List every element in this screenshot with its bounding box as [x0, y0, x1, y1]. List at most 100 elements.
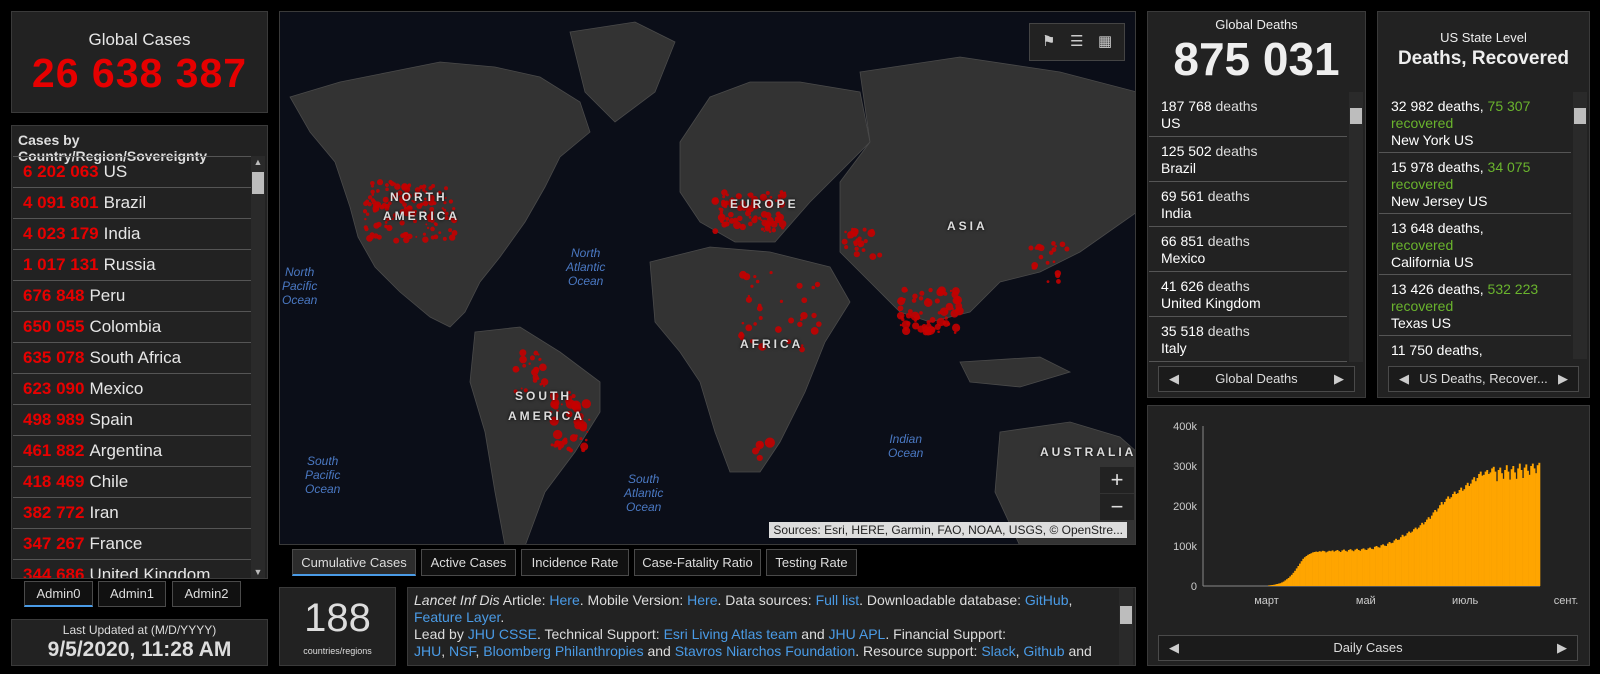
map-attribution[interactable]: Sources: Esri, HERE, Garmin, FAO, NOAA, … [769, 522, 1127, 538]
case-marker[interactable] [431, 184, 436, 189]
link-mobile[interactable]: Here [687, 592, 717, 608]
case-marker[interactable] [513, 366, 517, 371]
case-marker[interactable] [765, 190, 770, 195]
case-marker[interactable] [757, 303, 762, 308]
case-marker[interactable] [538, 357, 542, 361]
case-marker[interactable] [1051, 247, 1057, 253]
case-marker[interactable] [950, 309, 959, 318]
deaths-row[interactable]: 35 518 deaths Italy [1149, 317, 1347, 362]
case-marker[interactable] [763, 230, 766, 233]
case-marker[interactable] [859, 243, 863, 246]
qr-code-icon[interactable]: ▦ [1098, 32, 1112, 50]
world-map[interactable]: NORTH AMERICA EUROPE ASIA AFRICA SOUTH A… [279, 11, 1136, 545]
case-marker[interactable] [853, 232, 858, 237]
link-slack[interactable]: Slack [981, 643, 1015, 659]
case-marker[interactable] [425, 223, 428, 226]
case-marker[interactable] [919, 311, 923, 315]
prev-icon[interactable]: ◀ [1169, 367, 1179, 391]
case-marker[interactable] [725, 217, 730, 221]
case-marker[interactable] [1028, 245, 1034, 251]
case-marker[interactable] [400, 233, 405, 239]
case-marker[interactable] [929, 317, 936, 323]
case-marker[interactable] [952, 297, 960, 305]
case-marker[interactable] [711, 197, 720, 205]
case-marker[interactable] [748, 215, 752, 219]
case-marker[interactable] [385, 183, 389, 187]
country-row[interactable]: 461 882 Argentina [13, 435, 251, 466]
case-marker[interactable] [364, 227, 369, 232]
case-marker[interactable] [918, 296, 924, 301]
scrollbar-thumb[interactable] [1120, 606, 1132, 624]
case-marker[interactable] [844, 244, 849, 250]
case-marker[interactable] [781, 226, 785, 230]
case-marker[interactable] [758, 316, 763, 321]
country-row[interactable]: 1 017 131 Russia [13, 249, 251, 280]
case-marker[interactable] [934, 323, 941, 330]
case-marker[interactable] [847, 235, 851, 239]
case-marker[interactable] [747, 193, 751, 197]
country-row[interactable]: 623 090 Mexico [13, 373, 251, 404]
country-row[interactable]: 347 267 France [13, 528, 251, 559]
case-marker[interactable] [370, 189, 375, 194]
case-marker[interactable] [861, 248, 866, 253]
case-marker[interactable] [1051, 241, 1056, 246]
case-marker[interactable] [902, 297, 906, 301]
case-marker[interactable] [877, 252, 883, 258]
case-marker[interactable] [757, 216, 762, 220]
case-marker[interactable] [732, 217, 739, 223]
tab-incidence-rate[interactable]: Incidence Rate [521, 549, 629, 576]
case-marker[interactable] [388, 179, 393, 185]
case-marker[interactable] [930, 326, 936, 333]
legend-list-icon[interactable]: ☰ [1070, 32, 1083, 50]
case-marker[interactable] [365, 212, 370, 216]
case-marker[interactable] [774, 326, 782, 333]
case-marker[interactable] [776, 213, 785, 222]
case-marker[interactable] [720, 219, 724, 224]
case-marker[interactable] [385, 187, 389, 192]
case-marker[interactable] [814, 281, 821, 288]
us-state-scrollbar[interactable] [1573, 92, 1587, 359]
link-jhu-apl[interactable]: JHU APL [829, 626, 886, 642]
case-marker[interactable] [371, 193, 375, 196]
case-marker[interactable] [925, 298, 930, 302]
country-row[interactable]: 4 023 179 India [13, 218, 251, 249]
zoom-in-button[interactable]: + [1100, 467, 1134, 493]
case-marker[interactable] [906, 321, 911, 326]
case-marker[interactable] [897, 305, 904, 312]
case-marker[interactable] [363, 201, 369, 207]
case-marker[interactable] [531, 368, 539, 376]
case-marker[interactable] [899, 324, 903, 327]
case-marker[interactable] [739, 223, 746, 231]
case-marker[interactable] [750, 284, 754, 288]
case-marker[interactable] [430, 226, 435, 232]
case-marker[interactable] [372, 208, 377, 213]
case-marker[interactable] [904, 288, 908, 292]
us-state-row[interactable]: 32 982 deaths, 75 307 recovered New York U… [1379, 92, 1571, 153]
deaths-scrollbar[interactable] [1349, 92, 1363, 362]
prev-icon[interactable]: ◀ [1169, 636, 1179, 660]
case-marker[interactable] [569, 434, 578, 442]
case-marker[interactable] [912, 293, 918, 299]
case-marker[interactable] [403, 236, 410, 244]
case-marker[interactable] [529, 355, 535, 361]
case-marker[interactable] [1059, 241, 1066, 248]
case-marker[interactable] [519, 349, 527, 357]
tab-case-fatality-ratio[interactable]: Case-Fatality Ratio [634, 549, 761, 576]
country-row[interactable]: 418 469 Chile [13, 466, 251, 497]
case-marker[interactable] [373, 200, 377, 203]
case-marker[interactable] [755, 279, 760, 284]
bookmark-icon[interactable]: ⚑ [1042, 32, 1055, 50]
case-marker[interactable] [384, 224, 388, 229]
case-marker[interactable] [1055, 273, 1061, 279]
case-marker[interactable] [451, 230, 458, 236]
case-marker[interactable] [1056, 279, 1061, 284]
case-marker[interactable] [911, 298, 917, 303]
prev-icon[interactable]: ◀ [1399, 367, 1409, 391]
link-article[interactable]: Here [549, 592, 579, 608]
link-nsf[interactable]: NSF [449, 643, 475, 659]
case-marker[interactable] [537, 353, 540, 356]
case-marker[interactable] [1052, 260, 1056, 264]
case-marker[interactable] [554, 440, 561, 447]
tab-testing-rate[interactable]: Testing Rate [766, 549, 857, 576]
case-marker[interactable] [725, 193, 729, 197]
